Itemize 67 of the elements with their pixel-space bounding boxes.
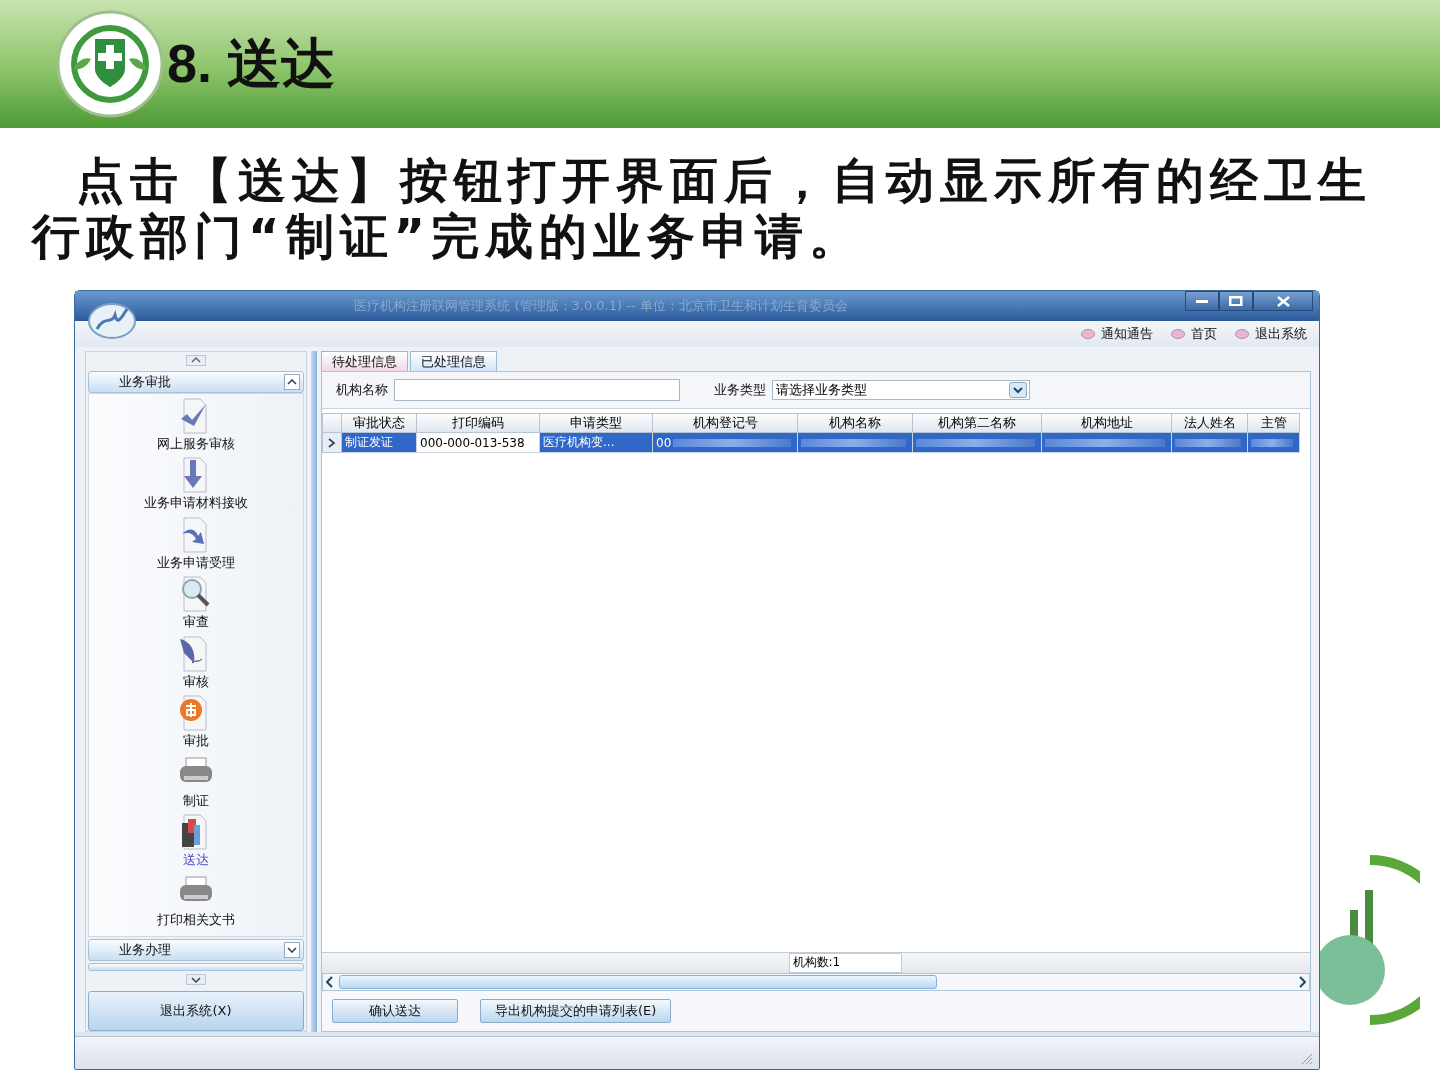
cross-logo-icon [55, 9, 165, 119]
nav-item[interactable]: 审批 [183, 732, 209, 750]
splitter-handle[interactable] [311, 351, 317, 1032]
window-title: 医疗机构注册联网管理系统 (管理版：3.0.0.1) -- 单位：北京市卫生和计划生育委员会 [353, 297, 849, 315]
confirm-button[interactable]: 确认送达 [332, 999, 458, 1023]
minimize-button[interactable] [1185, 291, 1219, 311]
minimize-icon [1196, 299, 1208, 303]
resize-grip-icon [1301, 1053, 1313, 1065]
group-header[interactable]: 业务办理 [88, 939, 304, 962]
collapse-toggle[interactable] [284, 942, 300, 959]
nav-link[interactable]: 通知通告 [1081, 325, 1153, 343]
nav-link[interactable]: 首页 [1171, 325, 1217, 343]
bullet-icon [1235, 329, 1249, 339]
row-indicator[interactable] [322, 433, 342, 453]
horizontal-scrollbar[interactable] [322, 973, 1310, 991]
slide-paragraph: 点击【送达】按钮打开界面后，自动显示所有的经卫生行政部门“制证”完成的业务申请。 [32, 152, 1373, 264]
group-header[interactable]: 业务审批 [88, 370, 304, 393]
column-header[interactable]: 机构地址 [1042, 413, 1172, 433]
chevron-down-icon [1009, 382, 1027, 398]
maximize-icon [1229, 295, 1243, 307]
name-input-field[interactable] [394, 379, 680, 401]
column-header[interactable]: 审批状态 [342, 413, 417, 433]
bullet-icon [1171, 329, 1185, 339]
slide-title: 8. 送达 [167, 31, 336, 95]
close-button[interactable] [1253, 291, 1313, 311]
table-cell: 制证发证 [342, 433, 417, 453]
tab[interactable]: 待处理信息 [321, 351, 408, 371]
scroll-down-button[interactable] [186, 974, 206, 986]
caret-down-icon [287, 947, 297, 954]
close-icon [1276, 295, 1290, 307]
nav-item[interactable]: 业务申请材料接收 [144, 494, 248, 512]
field-label: 业务类型 [714, 381, 766, 399]
table-cell: 00 [653, 433, 798, 453]
nav-item[interactable]: 送达 [183, 851, 209, 869]
column-header[interactable]: 机构登记号 [653, 413, 798, 433]
type-dropdown[interactable]: 请选择业务类型 [772, 380, 1030, 400]
nav-item[interactable]: 网上服务审核 [157, 434, 235, 452]
column-header[interactable]: 主管 [1248, 413, 1300, 433]
bullet-icon [1081, 329, 1095, 339]
blurred-cell [1248, 433, 1300, 453]
group-title: 业务审批 [119, 372, 171, 391]
tab[interactable]: 已处理信息 [410, 351, 497, 371]
chevron-right-icon [328, 437, 336, 448]
column-header[interactable]: 机构名称 [798, 413, 913, 433]
scroll-thumb[interactable] [339, 975, 937, 989]
column-header[interactable]: 申请类型 [540, 413, 653, 433]
caret-up-icon [191, 357, 201, 364]
nav-item[interactable]: 制证 [183, 791, 209, 809]
scroll-up-button[interactable] [186, 355, 206, 366]
maximize-button[interactable] [1219, 291, 1253, 311]
group-title: 业务办理 [119, 941, 171, 960]
record-count: 机构数:1 [788, 953, 902, 973]
column-header[interactable]: 打印编码 [417, 413, 540, 433]
field-label: 机构名称 [336, 381, 388, 399]
nav-item[interactable]: 审查 [183, 613, 209, 631]
column-header[interactable]: 法人姓名 [1172, 413, 1248, 433]
exit-button[interactable]: 退出系统(X) [88, 991, 304, 1031]
column-header[interactable]: 机构第二名称 [913, 413, 1042, 433]
caret-down-icon [191, 976, 201, 983]
nav-item[interactable]: 业务申请受理 [157, 553, 235, 571]
nav-item[interactable]: 打印相关文书 [157, 910, 235, 928]
collapse-toggle[interactable] [284, 373, 300, 390]
nav-item[interactable]: 审核 [183, 672, 209, 690]
nav-link[interactable]: 退出系统 [1235, 325, 1307, 343]
caret-up-icon [287, 378, 297, 385]
export-button[interactable]: 导出机构提交的申请列表(E) [480, 999, 672, 1023]
table-cell: 医疗机构变... [540, 433, 653, 453]
